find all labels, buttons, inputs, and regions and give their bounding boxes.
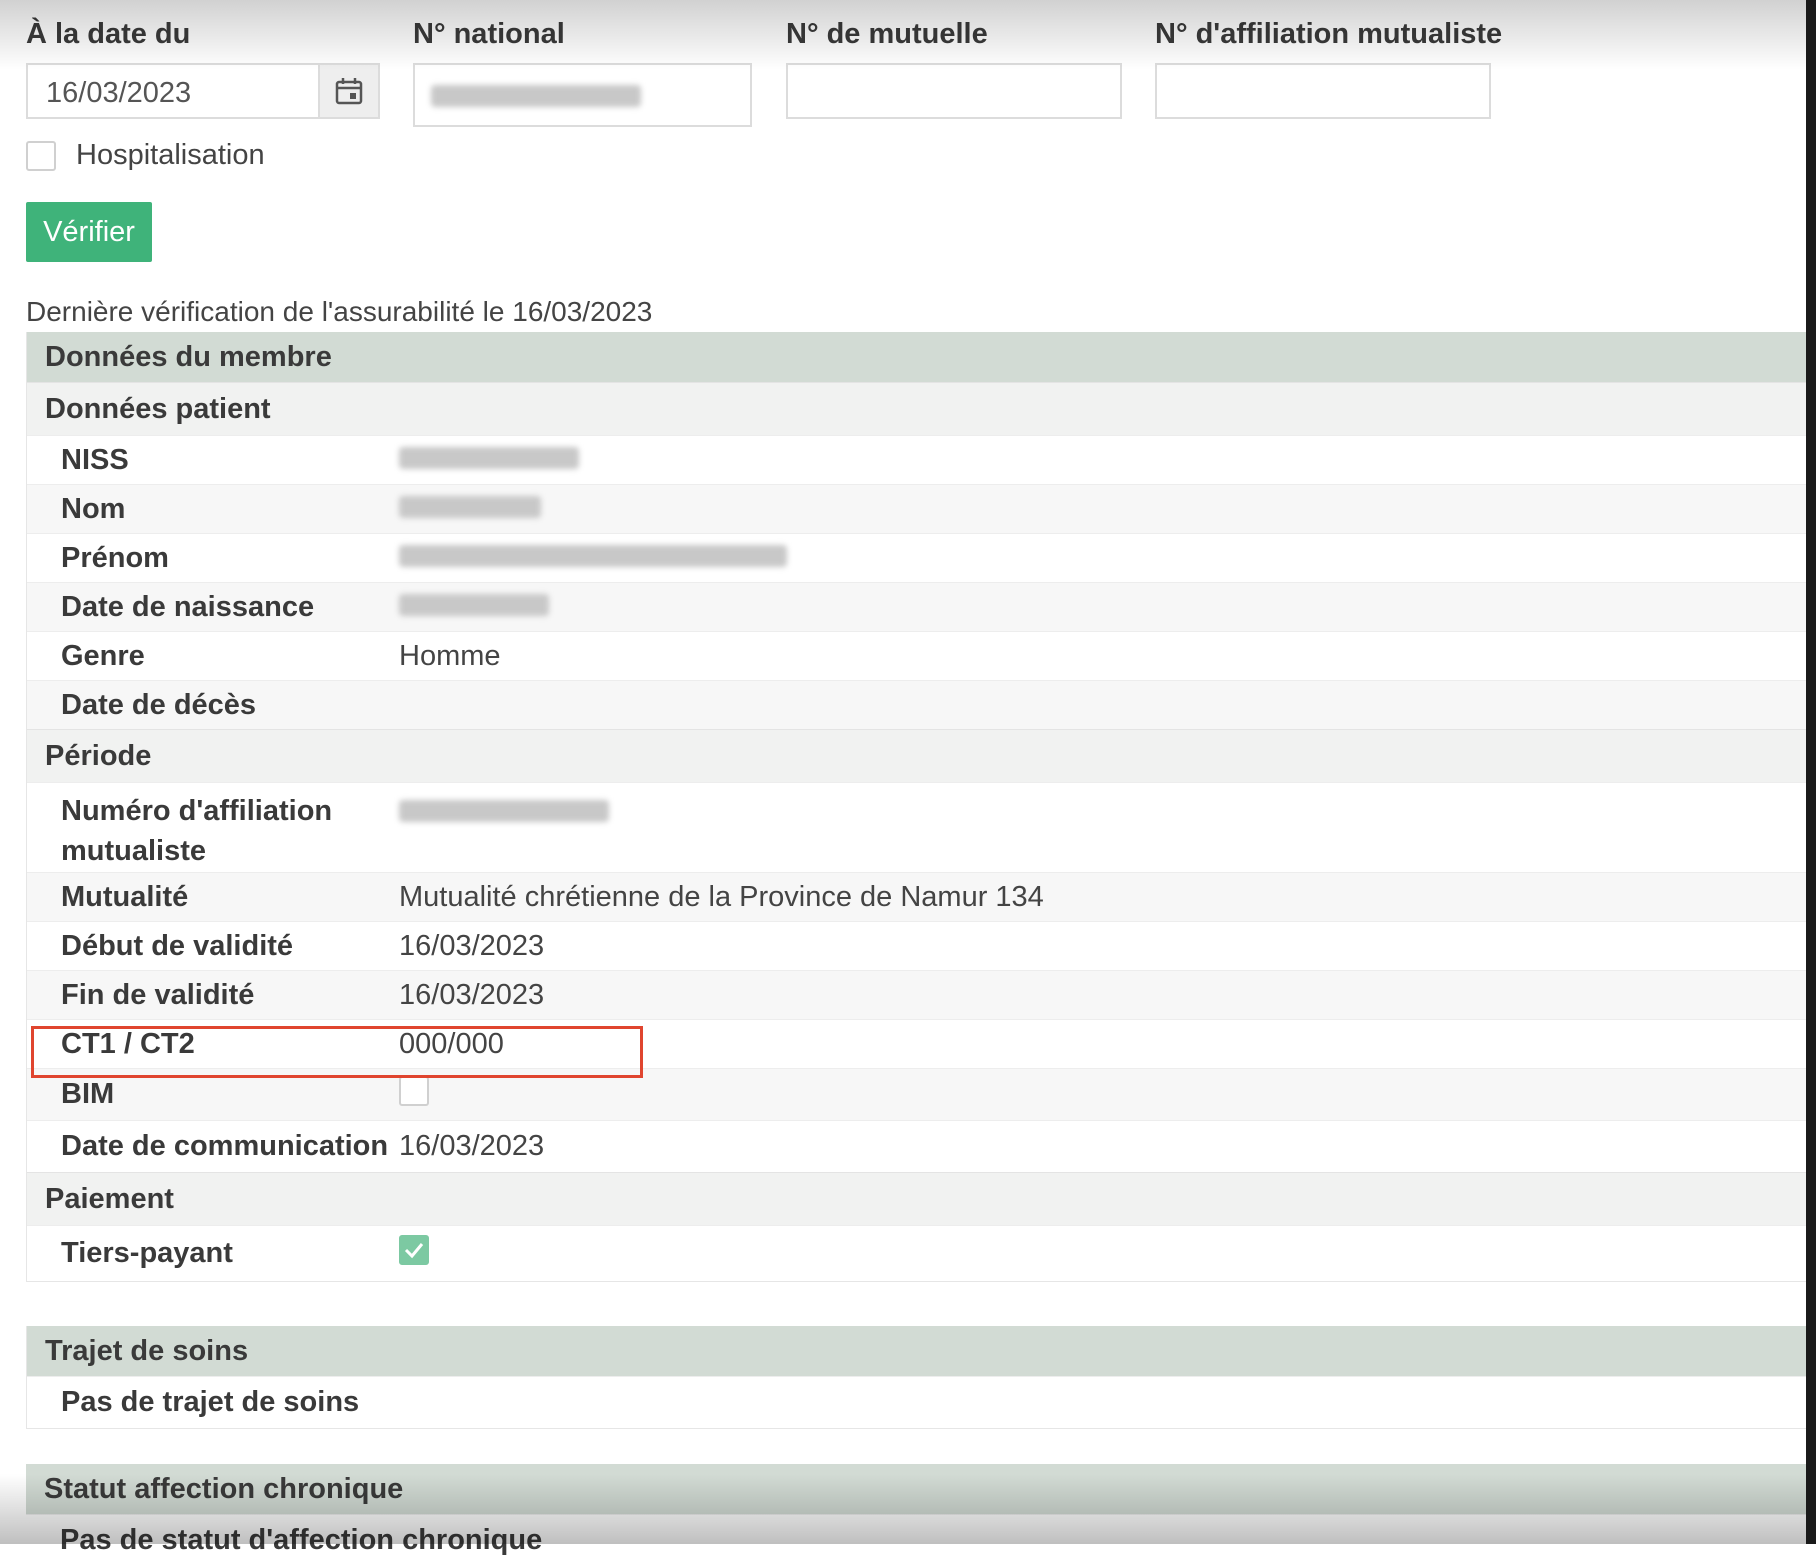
row-label: Date de naissance xyxy=(61,590,315,623)
checkmark-icon xyxy=(404,1242,424,1258)
table-row: Prénom xyxy=(27,533,1816,582)
affiliation-redacted xyxy=(399,800,609,822)
affiliation-number-input[interactable] xyxy=(1155,63,1491,119)
row-label: Genre xyxy=(61,639,145,672)
date-label: À la date du xyxy=(26,18,191,50)
chronic-status-text: Pas de statut d'affection chronique xyxy=(60,1524,543,1556)
chronic-status-row: Pas de statut d'affection chronique xyxy=(26,1514,1816,1566)
bim-checkbox xyxy=(399,1075,429,1106)
row-label: Tiers-payant xyxy=(61,1237,233,1269)
row-label: NISS xyxy=(61,443,129,476)
table-row: NISS xyxy=(27,435,1816,484)
affiliation-number-label: N° d'affiliation mutualiste xyxy=(1155,18,1503,50)
mutuelle-number-input[interactable] xyxy=(786,63,1122,119)
chronic-status-header: Statut affection chronique xyxy=(26,1464,1816,1514)
member-data-header: Données du membre xyxy=(27,332,1816,382)
table-row: Tiers-payant xyxy=(27,1225,1816,1281)
care-path-header: Trajet de soins xyxy=(27,1326,1816,1376)
calendar-icon xyxy=(335,78,363,105)
right-edge xyxy=(1806,0,1816,1544)
period-rows: Numéro d'affiliation mutualiste Mutualit… xyxy=(27,782,1816,1172)
table-row: Date de communication 16/03/2023 xyxy=(27,1120,1816,1172)
national-number-redacted xyxy=(431,85,641,107)
row-label: Numéro d'affiliation mutualiste xyxy=(61,795,333,867)
row-value: 16/03/2023 xyxy=(399,978,545,1011)
table-row: Numéro d'affiliation mutualiste xyxy=(27,782,1816,872)
table-row: Genre Homme xyxy=(27,631,1816,680)
care-path-text: Pas de trajet de soins xyxy=(61,1386,360,1418)
mutuelle-number-label: N° de mutuelle xyxy=(786,18,988,50)
calendar-button[interactable] xyxy=(318,65,378,117)
firstname-redacted xyxy=(399,544,787,567)
hospitalisation-label: Hospitalisation xyxy=(76,139,265,171)
table-row: Début de validité 16/03/2023 xyxy=(27,921,1816,970)
row-value: Mutualité chrétienne de la Province de N… xyxy=(399,880,1044,913)
national-number-label: N° national xyxy=(413,18,565,50)
patient-data-subheader: Données patient xyxy=(27,382,1816,435)
ct-highlight-box xyxy=(31,1026,643,1078)
table-row: Date de naissance xyxy=(27,582,1816,631)
row-label: Fin de validité xyxy=(61,978,255,1011)
row-value: 16/03/2023 xyxy=(399,929,545,962)
row-label: Nom xyxy=(61,492,126,525)
hospitalisation-option[interactable]: Hospitalisation xyxy=(26,139,265,172)
payment-subheader: Paiement xyxy=(27,1172,1816,1225)
patient-rows: NISS Nom Prénom Date de naissance Genre … xyxy=(27,435,1816,729)
national-number-input[interactable] xyxy=(413,63,752,127)
birthdate-redacted xyxy=(399,593,549,616)
last-verification-text: Dernière vérification de l'assurabilité … xyxy=(26,296,653,327)
row-label: Date de décès xyxy=(61,688,257,721)
care-path-section: Trajet de soins Pas de trajet de soins xyxy=(26,1326,1816,1429)
row-value: 16/03/2023 xyxy=(399,1130,545,1162)
member-data-table: Données du membre Données patient NISS N… xyxy=(26,332,1816,1282)
care-path-row: Pas de trajet de soins xyxy=(27,1376,1816,1428)
row-value xyxy=(399,542,787,575)
hospitalisation-checkbox[interactable] xyxy=(26,140,56,171)
row-value xyxy=(399,1234,429,1273)
row-value: Homme xyxy=(399,639,501,672)
row-value xyxy=(399,591,549,624)
row-label: Prénom xyxy=(61,541,169,574)
name-redacted xyxy=(399,495,541,518)
verify-button[interactable]: Vérifier xyxy=(26,202,152,262)
period-subheader: Période xyxy=(27,729,1816,782)
row-value xyxy=(399,1075,429,1114)
date-input[interactable]: 16/03/2023 xyxy=(26,63,380,119)
table-row: Mutualité Mutualité chrétienne de la Pro… xyxy=(27,872,1816,921)
row-label: Début de validité xyxy=(61,929,294,962)
row-label: Mutualité xyxy=(61,880,189,913)
table-row: Date de décès xyxy=(27,680,1816,729)
row-value xyxy=(399,791,609,830)
row-value xyxy=(399,493,541,526)
row-label: BIM xyxy=(61,1078,115,1110)
row-value xyxy=(399,444,579,477)
table-row: Fin de validité 16/03/2023 xyxy=(27,970,1816,1019)
date-input-value: 16/03/2023 xyxy=(46,77,192,109)
third-party-payment-checkbox xyxy=(399,1234,429,1265)
row-label: Date de communication xyxy=(61,1130,389,1162)
table-row: Nom xyxy=(27,484,1816,533)
chronic-status-section: Statut affection chronique Pas de statut… xyxy=(26,1464,1816,1566)
niss-redacted xyxy=(399,446,579,469)
